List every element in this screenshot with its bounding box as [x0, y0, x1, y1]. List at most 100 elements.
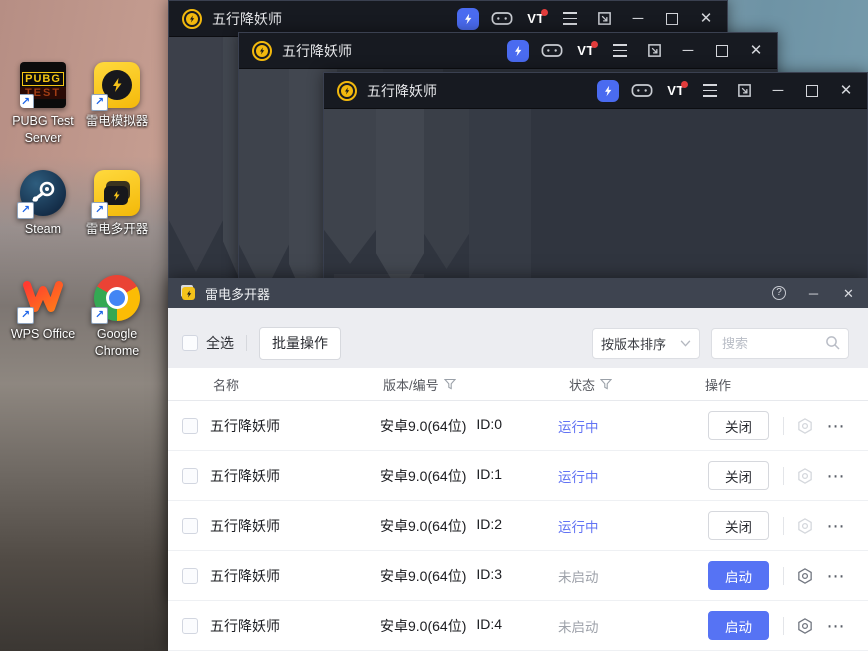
row-checkbox[interactable]	[182, 618, 198, 634]
column-header-version: 版本/编号	[383, 375, 561, 394]
minimize-button[interactable]: ─	[671, 33, 705, 68]
more-options-icon[interactable]: ⋯	[826, 617, 846, 635]
row-checkbox[interactable]	[182, 468, 198, 484]
minimize-button[interactable]: ─	[621, 1, 655, 36]
desktop-icon-label: 雷电模拟器	[86, 113, 149, 130]
table-row: 五行降妖师 安卓9.0(64位)ID:1 运行中 关闭 ⋯	[168, 451, 868, 501]
column-header-action: 操作	[705, 375, 731, 394]
menu-icon[interactable]	[603, 33, 637, 68]
desktop-icon-steam[interactable]: ↗ Steam	[4, 170, 82, 238]
sort-dropdown[interactable]: 按版本排序	[592, 328, 700, 359]
popout-icon[interactable]	[727, 73, 761, 108]
maximize-button[interactable]	[705, 33, 739, 68]
row-checkbox[interactable]	[182, 518, 198, 534]
desktop-icon-ldplayer[interactable]: ↗ 雷电模拟器	[78, 62, 156, 130]
batch-operation-button[interactable]: 批量操作	[259, 327, 341, 360]
ldplayer-logo-icon	[182, 9, 202, 29]
desktop-icon-wps-office[interactable]: ↗ WPS Office	[4, 275, 82, 343]
close-button[interactable]: ✕	[829, 73, 863, 108]
window-title: 五行降妖师	[282, 41, 352, 61]
more-options-icon[interactable]: ⋯	[826, 517, 846, 535]
multi-manager-window[interactable]: 雷电多开器 ? ─ ✕ 全选 批量操作 按版本排序 名称 版本/编号 状态	[168, 278, 868, 651]
popout-icon[interactable]	[637, 33, 671, 68]
vt-badge[interactable]: VT	[569, 33, 603, 68]
column-header-status: 状态	[561, 375, 711, 394]
row-checkbox[interactable]	[182, 568, 198, 584]
more-options-icon[interactable]: ⋯	[826, 467, 846, 485]
manager-titlebar[interactable]: 雷电多开器 ? ─ ✕	[168, 278, 868, 308]
start-instance-button[interactable]: 启动	[708, 561, 769, 590]
gamepad-icon[interactable]	[535, 33, 569, 68]
desktop-icon-google-chrome[interactable]: ↗ GoogleChrome	[78, 275, 156, 360]
boost-icon[interactable]	[451, 1, 485, 36]
manager-window-controls: ? ─ ✕	[772, 286, 856, 301]
table-row: 五行降妖师 安卓9.0(64位)ID:0 运行中 关闭 ⋯	[168, 401, 868, 451]
filter-icon[interactable]	[444, 378, 456, 390]
row-checkbox[interactable]	[182, 418, 198, 434]
gamepad-icon[interactable]	[625, 73, 659, 108]
shortcut-arrow-icon: ↗	[20, 94, 34, 108]
desktop-icon-label: PUBG TestServer	[12, 113, 74, 147]
settings-gear-icon[interactable]	[796, 467, 814, 485]
boost-icon[interactable]	[591, 73, 625, 108]
divider	[783, 467, 784, 485]
window-title: 五行降妖师	[367, 81, 437, 101]
window-title: 雷电多开器	[205, 284, 270, 303]
notification-dot	[541, 9, 548, 16]
pubg-art-text: PUBG	[22, 72, 64, 86]
vt-badge[interactable]: VT	[519, 1, 553, 36]
instance-name: 五行降妖师	[210, 616, 380, 636]
settings-gear-icon[interactable]	[796, 567, 814, 585]
table-row: 五行降妖师 安卓9.0(64位)ID:2 运行中 关闭 ⋯	[168, 501, 868, 551]
emulator-window-controls: VT ─ ✕	[451, 1, 727, 36]
chrome-icon: ↗	[94, 275, 140, 321]
close-instance-button[interactable]: 关闭	[708, 461, 769, 490]
ldplayer-logo-icon	[337, 81, 357, 101]
instance-name: 五行降妖师	[210, 416, 380, 436]
minimize-button[interactable]: ─	[806, 286, 821, 301]
shortcut-arrow-icon: ↗	[17, 307, 34, 324]
boost-icon[interactable]	[501, 33, 535, 68]
desktop-icon-pubg-test-server[interactable]: PUBG TEST ↗ PUBG TestServer	[4, 62, 82, 147]
settings-gear-icon[interactable]	[796, 617, 814, 635]
minimize-button[interactable]: ─	[761, 73, 795, 108]
select-all-checkbox[interactable]	[182, 335, 198, 351]
maximize-button[interactable]	[795, 73, 829, 108]
vt-badge[interactable]: VT	[659, 73, 693, 108]
emulator-window-controls: VT ─ ✕	[591, 73, 867, 108]
maximize-button[interactable]	[655, 1, 689, 36]
start-instance-button[interactable]: 启动	[708, 611, 769, 640]
gamepad-icon[interactable]	[485, 1, 519, 36]
ldplayer-icon: ↗	[94, 62, 140, 108]
emulator-titlebar[interactable]: 五行降妖师 VT ─ ✕	[324, 73, 867, 109]
more-options-icon[interactable]: ⋯	[826, 417, 846, 435]
close-button[interactable]: ✕	[689, 1, 723, 36]
divider	[783, 567, 784, 585]
shortcut-arrow-icon: ↗	[91, 94, 108, 111]
table-header: 名称 版本/编号 状态 操作	[168, 368, 868, 401]
instance-name: 五行降妖师	[210, 566, 380, 586]
help-button[interactable]: ?	[772, 286, 786, 300]
column-header-name: 名称	[213, 375, 383, 394]
desktop-icon-ld-multiplayer[interactable]: ↗ 雷电多开器	[78, 170, 156, 238]
instance-version: 安卓9.0(64位)ID:3	[380, 566, 558, 586]
more-options-icon[interactable]: ⋯	[826, 567, 846, 585]
menu-icon[interactable]	[553, 1, 587, 36]
close-button[interactable]: ✕	[841, 286, 856, 301]
close-instance-button[interactable]: 关闭	[708, 411, 769, 440]
close-button[interactable]: ✕	[739, 33, 773, 68]
settings-gear-icon[interactable]	[796, 417, 814, 435]
window-title: 五行降妖师	[212, 9, 282, 29]
desktop-icon-label: Steam	[25, 221, 61, 238]
status-badge: 运行中	[558, 416, 708, 436]
status-badge: 未启动	[558, 616, 708, 636]
emulator-titlebar[interactable]: 五行降妖师 VT ─ ✕	[239, 33, 777, 69]
chevron-down-icon	[680, 340, 691, 347]
popout-icon[interactable]	[587, 1, 621, 36]
shortcut-arrow-icon: ↗	[17, 202, 34, 219]
settings-gear-icon[interactable]	[796, 517, 814, 535]
close-instance-button[interactable]: 关闭	[708, 511, 769, 540]
filter-icon[interactable]	[600, 378, 612, 390]
menu-icon[interactable]	[693, 73, 727, 108]
instance-version: 安卓9.0(64位)ID:4	[380, 616, 558, 636]
